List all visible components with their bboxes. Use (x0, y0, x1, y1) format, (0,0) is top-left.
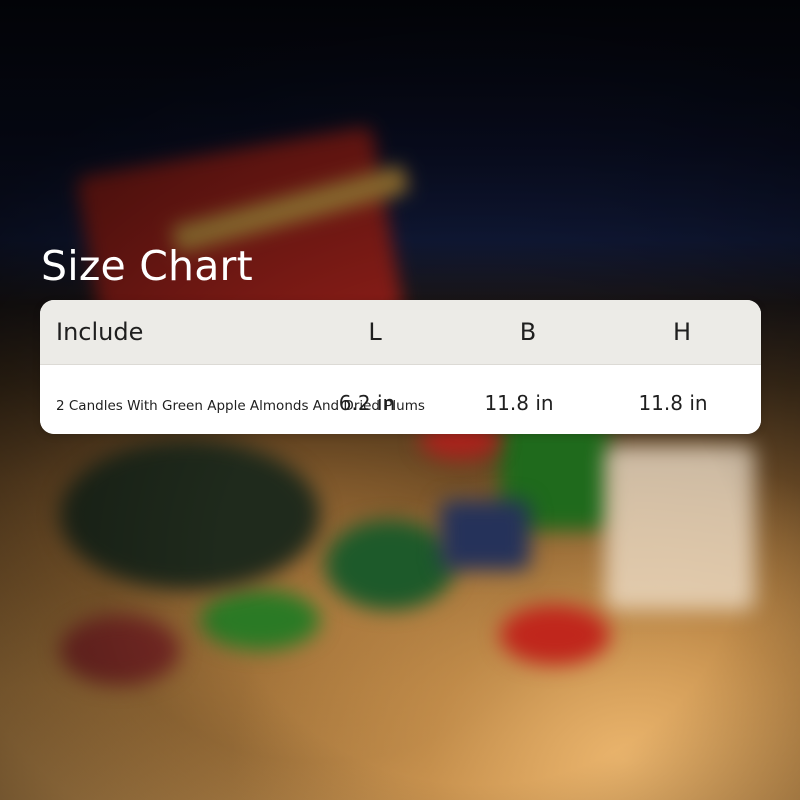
table-header-row: Include L B H (40, 300, 761, 365)
cell-height: 11.8 in (638, 391, 708, 415)
size-table: Include L B H 6.2 in 11.8 in 11.8 in 2 C… (40, 300, 761, 434)
header-length: L (368, 318, 382, 346)
size-chart-title: Size Chart (41, 242, 253, 290)
table-row: 6.2 in 11.8 in 11.8 in 2 Candles With Gr… (40, 365, 761, 434)
cell-breadth: 11.8 in (484, 391, 554, 415)
header-height: H (672, 318, 692, 346)
cell-include: 2 Candles With Green Apple Almonds And D… (56, 398, 425, 414)
header-include: Include (56, 318, 144, 346)
header-breadth: B (519, 318, 537, 346)
